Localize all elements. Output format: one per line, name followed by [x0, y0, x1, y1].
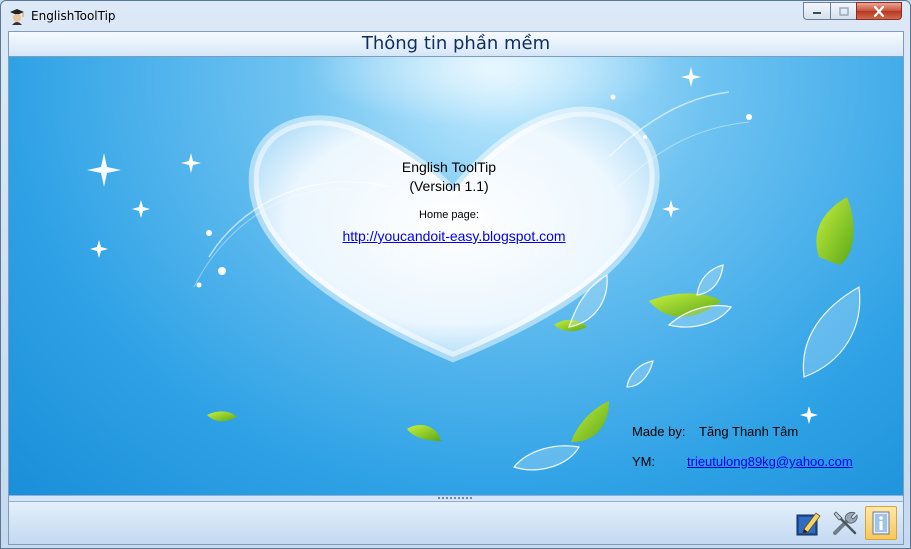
caption-buttons — [803, 2, 902, 21]
splitter-grip[interactable] — [437, 497, 473, 499]
bottom-toolbar — [9, 502, 903, 544]
minimize-icon — [813, 12, 821, 14]
maximize-button[interactable] — [830, 2, 856, 20]
home-page-link[interactable]: http://youcandoit-easy.blogspot.com — [309, 228, 599, 244]
close-button[interactable] — [856, 2, 902, 20]
info-button[interactable] — [865, 506, 897, 540]
edit-button[interactable] — [793, 506, 825, 540]
window-title: EnglishToolTip — [31, 9, 116, 23]
section-title: Thông tin phần mềm — [361, 33, 551, 54]
title-bar[interactable]: EnglishToolTip — [1, 1, 910, 31]
panel-splitter[interactable] — [9, 495, 903, 502]
content-panel: Thông tin phần mềm English ToolTip (Vers… — [8, 31, 904, 545]
made-by-label: Made by: — [632, 424, 686, 439]
ym-label: YM: — [632, 454, 656, 469]
info-icon — [872, 511, 890, 535]
close-icon — [873, 5, 885, 17]
minimize-button[interactable] — [803, 2, 830, 20]
app-window: EnglishToolTip Thông tin phần mềm Englis… — [0, 0, 911, 549]
pen-edit-icon — [796, 512, 821, 536]
app-version: (Version 1.1) — [409, 178, 489, 194]
app-name: English ToolTip — [401, 159, 497, 175]
made-by-value: Tăng Thanh Tâm — [699, 424, 799, 439]
app-graduate-icon — [9, 7, 25, 25]
home-page-label: Home page: — [419, 209, 479, 221]
ym-email-link[interactable]: trieutulong89kg@yahoo.com — [687, 454, 853, 469]
tools-button[interactable] — [829, 506, 861, 540]
tools-icon — [833, 511, 858, 535]
about-background: English ToolTip (Version 1.1) Home page:… — [9, 57, 903, 495]
maximize-icon — [838, 6, 849, 16]
section-header: Thông tin phần mềm — [9, 32, 903, 57]
